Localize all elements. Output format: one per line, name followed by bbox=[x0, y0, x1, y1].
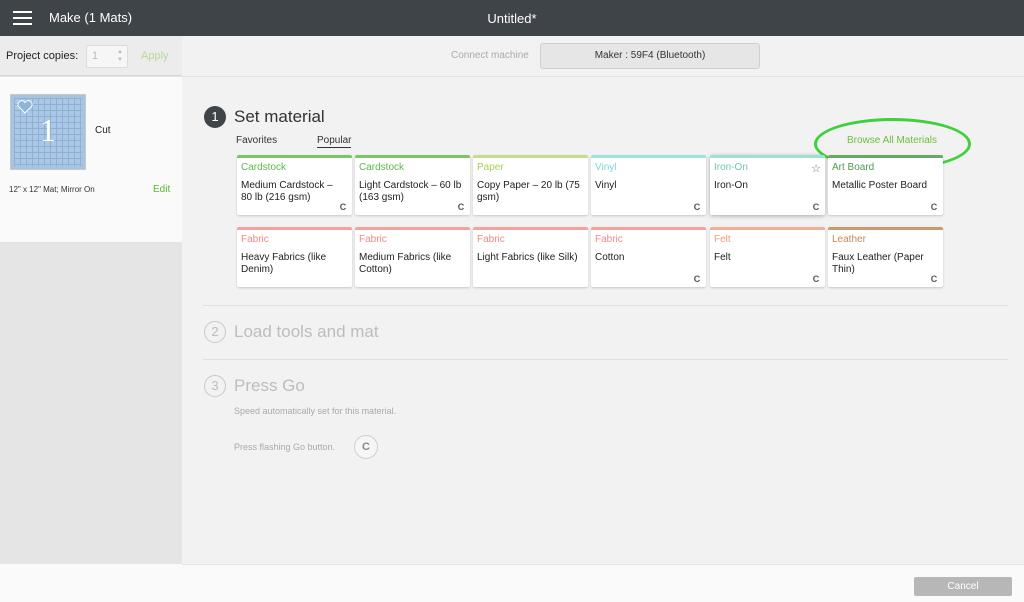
material-category: Leather bbox=[832, 234, 866, 245]
material-category: Fabric bbox=[241, 234, 269, 245]
step-2-number: 2 bbox=[204, 321, 226, 343]
material-color-bar bbox=[237, 155, 352, 158]
browse-all-materials-link[interactable]: Browse All Materials bbox=[847, 135, 937, 146]
cricut-c-icon: C bbox=[812, 274, 820, 284]
material-card[interactable]: Fabric Medium Fabrics (like Cotton) bbox=[355, 227, 470, 287]
project-copies-label: Project copies: bbox=[6, 50, 79, 62]
main-panel: Connect machine Maker : 59F4 (Bluetooth)… bbox=[182, 36, 1024, 602]
project-copies-value: 1 bbox=[92, 50, 99, 62]
material-card[interactable]: Cardstock Light Cardstock – 60 lb (163 g… bbox=[355, 155, 470, 215]
cricut-c-icon: C bbox=[339, 202, 347, 212]
material-card[interactable]: Fabric Cotton C bbox=[591, 227, 706, 287]
tab-popular[interactable]: Popular bbox=[317, 135, 352, 148]
mat-operation-label: Cut bbox=[95, 125, 111, 136]
cricut-c-icon: C bbox=[693, 202, 701, 212]
cricut-c-icon: C bbox=[930, 202, 938, 212]
cricut-c-icon: C bbox=[354, 435, 378, 459]
hamburger-icon[interactable] bbox=[13, 11, 32, 25]
material-name: Felt bbox=[714, 252, 731, 263]
material-category: Fabric bbox=[359, 234, 387, 245]
material-category: Fabric bbox=[595, 234, 623, 245]
material-color-bar bbox=[828, 227, 943, 230]
mat-description: 12" x 12" Mat; Mirror On bbox=[9, 185, 95, 194]
mat-list: 1 Cut 12" x 12" Mat; Mirror On Edit bbox=[0, 77, 182, 242]
material-color-bar bbox=[710, 155, 825, 158]
divider bbox=[182, 76, 1024, 77]
material-name: Copy Paper – 20 lb (75 gsm) bbox=[477, 180, 580, 203]
material-color-bar bbox=[828, 155, 943, 158]
material-color-bar bbox=[237, 227, 352, 230]
top-bar: Make (1 Mats) Untitled* bbox=[0, 0, 1024, 36]
mat-grid: 1 bbox=[14, 98, 82, 166]
material-color-bar bbox=[591, 227, 706, 230]
material-category: Fabric bbox=[477, 234, 505, 245]
material-category: Paper bbox=[477, 162, 504, 173]
material-category: Cardstock bbox=[241, 162, 287, 173]
cricut-c-icon: C bbox=[693, 274, 701, 284]
step-2-title: Load tools and mat bbox=[234, 322, 379, 341]
connect-machine-button[interactable]: Maker : 59F4 (Bluetooth) bbox=[540, 43, 760, 69]
cancel-button[interactable]: Cancel bbox=[914, 577, 1012, 596]
project-copies-bar: Project copies: 1 ▲ ▼ Apply bbox=[0, 36, 182, 76]
material-color-bar bbox=[473, 155, 588, 158]
material-card[interactable]: Fabric Heavy Fabrics (like Denim) bbox=[237, 227, 352, 287]
material-name: Metallic Poster Board bbox=[832, 180, 928, 191]
material-category: Iron-On bbox=[714, 162, 748, 173]
material-category: Cardstock bbox=[359, 162, 405, 173]
cricut-c-icon: C bbox=[457, 202, 465, 212]
apply-button[interactable]: Apply bbox=[141, 50, 169, 62]
step-1-title: Set material bbox=[234, 107, 325, 126]
step-3-number: 3 bbox=[204, 375, 226, 397]
bottom-bar: Cancel bbox=[182, 564, 1024, 602]
material-card[interactable]: Art Board Metallic Poster Board C bbox=[828, 155, 943, 215]
material-card[interactable]: Felt Felt C bbox=[710, 227, 825, 287]
material-card[interactable]: Vinyl Vinyl C bbox=[591, 155, 706, 215]
material-name: Light Fabrics (like Silk) bbox=[477, 252, 578, 263]
mat-edit-link[interactable]: Edit bbox=[153, 184, 170, 195]
material-name: Faux Leather (Paper Thin) bbox=[832, 252, 924, 275]
speed-info-text: Speed automatically set for this materia… bbox=[234, 406, 397, 416]
material-name: Heavy Fabrics (like Denim) bbox=[241, 252, 327, 275]
material-name: Medium Fabrics (like Cotton) bbox=[359, 252, 452, 275]
material-name: Light Cardstock – 60 lb (163 gsm) bbox=[359, 180, 462, 203]
mat-number: 1 bbox=[40, 112, 56, 148]
connect-machine-label: Connect machine bbox=[451, 50, 529, 61]
cricut-c-icon: C bbox=[812, 202, 820, 212]
divider bbox=[203, 305, 1008, 306]
step-1-number: 1 bbox=[204, 106, 226, 128]
copies-stepper[interactable]: ▲ ▼ bbox=[115, 48, 125, 65]
material-card[interactable]: Fabric Light Fabrics (like Silk) bbox=[473, 227, 588, 287]
project-copies-input[interactable]: 1 ▲ ▼ bbox=[86, 45, 128, 68]
material-card[interactable]: Leather Faux Leather (Paper Thin) C bbox=[828, 227, 943, 287]
material-card[interactable]: Paper Copy Paper – 20 lb (75 gsm) bbox=[473, 155, 588, 215]
material-color-bar bbox=[710, 227, 825, 230]
left-panel: Project copies: 1 ▲ ▼ Apply 1 Cut 12" x 1… bbox=[0, 36, 182, 602]
material-color-bar bbox=[473, 227, 588, 230]
favorite-star-icon[interactable]: ☆ bbox=[811, 162, 821, 175]
material-color-bar bbox=[591, 155, 706, 158]
material-color-bar bbox=[355, 227, 470, 230]
mat-thumbnail[interactable]: 1 bbox=[10, 94, 86, 170]
cricut-c-icon: C bbox=[930, 274, 938, 284]
divider bbox=[203, 359, 1008, 360]
make-title: Make (1 Mats) bbox=[49, 10, 133, 25]
material-category: Art Board bbox=[832, 162, 875, 173]
material-category: Felt bbox=[714, 234, 731, 245]
tab-favorites[interactable]: Favorites bbox=[236, 135, 277, 146]
go-instruction-text: Press flashing Go button. bbox=[234, 442, 336, 452]
material-name: Vinyl bbox=[595, 180, 617, 191]
step-3-title: Press Go bbox=[234, 376, 305, 395]
document-title: Untitled* bbox=[487, 11, 537, 26]
material-color-bar bbox=[355, 155, 470, 158]
material-name: Iron-On bbox=[714, 180, 748, 191]
left-footer bbox=[0, 564, 182, 602]
material-name: Medium Cardstock – 80 lb (216 gsm) bbox=[241, 180, 333, 203]
material-name: Cotton bbox=[595, 252, 625, 263]
material-category: Vinyl bbox=[595, 162, 617, 173]
material-card[interactable]: Iron-On ☆ Iron-On C bbox=[710, 155, 825, 215]
material-card[interactable]: Cardstock Medium Cardstock – 80 lb (216 … bbox=[237, 155, 352, 215]
